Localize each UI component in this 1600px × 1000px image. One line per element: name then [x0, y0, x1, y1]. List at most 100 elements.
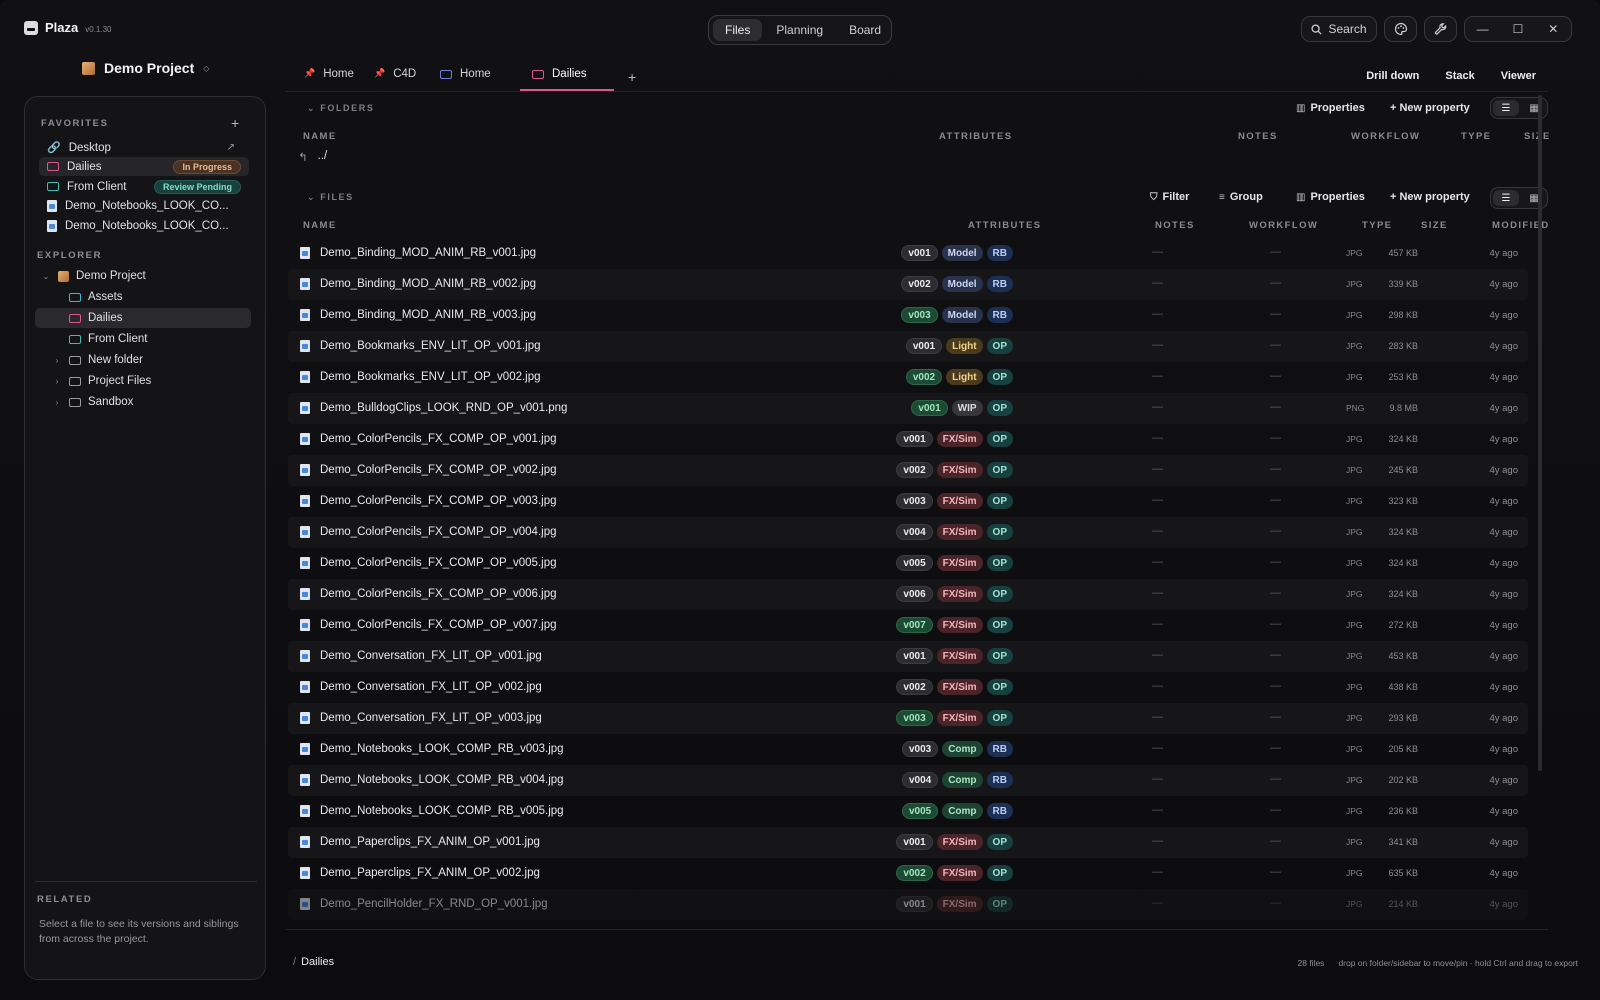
notes-value[interactable]: — [1152, 494, 1163, 506]
mode-board-button[interactable]: Board [837, 19, 893, 41]
project-switcher[interactable]: Demo Project ◇ [82, 60, 209, 76]
files-col-notes[interactable]: NOTES [1155, 220, 1195, 231]
artist-pill[interactable]: RB [986, 276, 1013, 292]
notes-value[interactable]: — [1152, 556, 1163, 568]
maximize-icon[interactable]: ☐ [1508, 22, 1528, 36]
department-pill[interactable]: Comp [942, 803, 983, 819]
workflow-value[interactable]: — [1270, 277, 1281, 289]
search-button[interactable]: Search [1301, 16, 1377, 42]
artist-pill[interactable]: RB [986, 803, 1013, 819]
chevron-down-icon[interactable]: ⌄ [41, 272, 51, 281]
workflow-value[interactable]: — [1270, 649, 1281, 661]
filter-button[interactable]: ⛉ Filter [1150, 191, 1189, 203]
table-row[interactable]: Demo_ColorPencils_FX_COMP_OP_v003.jpg v00… [288, 486, 1528, 517]
artist-pill[interactable]: RB [986, 245, 1013, 261]
favorite-from-client[interactable]: From Client Review Pending [39, 177, 249, 196]
notes-value[interactable]: — [1152, 649, 1163, 661]
version-pill[interactable]: v002 [905, 369, 943, 385]
favorite-notebooks-2[interactable]: Demo_Notebooks_LOOK_CO... [39, 216, 249, 235]
parent-folder-row[interactable]: ↰ ../ [298, 150, 327, 164]
artist-pill[interactable]: OP [986, 462, 1013, 478]
artist-pill[interactable]: OP [986, 865, 1013, 881]
artist-pill[interactable]: OP [986, 524, 1013, 540]
table-row[interactable]: Demo_Bookmarks_ENV_LIT_OP_v002.jpg v002 Li… [288, 362, 1528, 393]
table-row[interactable]: Demo_Conversation_FX_LIT_OP_v002.jpg v002… [288, 672, 1528, 703]
tree-item-assets[interactable]: Assets [69, 287, 123, 307]
grid-view-icon[interactable]: ▦ [1521, 98, 1547, 118]
workflow-value[interactable]: — [1270, 680, 1281, 692]
department-pill[interactable]: FX/Sim [936, 555, 983, 571]
notes-value[interactable]: — [1152, 773, 1163, 785]
tab-dailies[interactable]: Dailies [520, 64, 614, 91]
version-pill[interactable]: v007 [896, 617, 933, 633]
workflow-value[interactable]: — [1270, 339, 1281, 351]
table-row[interactable]: Demo_Notebooks_LOOK_COMP_RB_v003.jpg v003… [288, 734, 1528, 765]
list-view-icon[interactable]: ☰ [1493, 190, 1519, 206]
workflow-value[interactable]: — [1270, 835, 1281, 847]
department-pill[interactable]: FX/Sim [936, 865, 983, 881]
version-pill[interactable]: v002 [896, 865, 933, 881]
workflow-value[interactable]: — [1270, 618, 1281, 630]
version-pill[interactable]: v002 [896, 462, 933, 478]
table-row[interactable]: Demo_Bookmarks_ENV_LIT_OP_v001.jpg v001 Li… [288, 331, 1528, 362]
notes-value[interactable]: — [1152, 711, 1163, 723]
version-pill[interactable]: v005 [901, 803, 939, 819]
folders-col-attributes[interactable]: ATTRIBUTES [939, 131, 1012, 142]
tab-home[interactable]: Home [432, 64, 520, 91]
notes-value[interactable]: — [1152, 897, 1163, 909]
table-row[interactable]: Demo_Conversation_FX_LIT_OP_v001.jpg v001… [288, 641, 1528, 672]
folders-col-workflow[interactable]: WORKFLOW [1351, 131, 1420, 142]
department-pill[interactable]: FX/Sim [936, 617, 983, 633]
department-pill[interactable]: FX/Sim [936, 834, 983, 850]
workflow-value[interactable]: — [1270, 897, 1281, 909]
artist-pill[interactable]: OP [986, 617, 1013, 633]
files-new-property-button[interactable]: + New property [1390, 191, 1470, 203]
department-pill[interactable]: FX/Sim [936, 710, 983, 726]
version-pill[interactable]: v003 [901, 741, 939, 757]
version-pill[interactable]: v004 [901, 772, 939, 788]
department-pill[interactable]: Model [941, 245, 983, 261]
viewer-button[interactable]: Viewer [1501, 70, 1536, 82]
tab-home-pinned[interactable]: 📌 Home [296, 64, 366, 91]
mode-files-button[interactable]: Files [713, 19, 763, 41]
files-properties-button[interactable]: ▥ Properties [1296, 191, 1365, 203]
artist-pill[interactable]: OP [986, 648, 1013, 664]
folders-section-heading[interactable]: ⌄ FOLDERS [307, 103, 374, 114]
notes-value[interactable]: — [1152, 804, 1163, 816]
theme-button[interactable] [1384, 16, 1417, 42]
favorite-dailies[interactable]: Dailies In Progress [39, 157, 249, 176]
version-pill[interactable]: v003 [901, 307, 938, 323]
table-row[interactable]: Demo_ColorPencils_FX_COMP_OP_v002.jpg v00… [288, 455, 1528, 486]
notes-value[interactable]: — [1152, 432, 1163, 444]
notes-value[interactable]: — [1152, 742, 1163, 754]
table-row[interactable]: Demo_ColorPencils_FX_COMP_OP_v005.jpg v00… [288, 548, 1528, 579]
department-pill[interactable]: FX/Sim [936, 431, 983, 447]
version-pill[interactable]: v002 [901, 276, 938, 292]
close-icon[interactable]: ✕ [1543, 22, 1563, 36]
table-row[interactable]: Demo_ColorPencils_FX_COMP_OP_v007.jpg v00… [288, 610, 1528, 641]
grid-view-icon[interactable]: ▦ [1521, 188, 1547, 208]
department-pill[interactable]: FX/Sim [936, 524, 983, 540]
workflow-value[interactable]: — [1270, 711, 1281, 723]
minimize-icon[interactable]: — [1473, 22, 1493, 36]
department-pill[interactable]: Comp [942, 772, 983, 788]
department-pill[interactable]: Model [941, 307, 983, 323]
files-section-heading[interactable]: ⌄ FILES [307, 192, 354, 203]
list-view-icon[interactable]: ☰ [1493, 100, 1519, 116]
artist-pill[interactable]: OP [986, 431, 1013, 447]
notes-value[interactable]: — [1152, 339, 1163, 351]
tree-item-project-files[interactable]: › Project Files [52, 371, 152, 391]
version-pill[interactable]: v001 [905, 338, 943, 354]
workflow-value[interactable]: — [1270, 773, 1281, 785]
department-pill[interactable]: FX/Sim [936, 896, 983, 912]
settings-button[interactable] [1424, 16, 1457, 42]
artist-pill[interactable]: OP [986, 493, 1013, 509]
version-pill[interactable]: v003 [896, 493, 933, 509]
workflow-value[interactable]: — [1270, 432, 1281, 444]
artist-pill[interactable]: OP [986, 586, 1013, 602]
workflow-value[interactable]: — [1270, 556, 1281, 568]
department-pill[interactable]: FX/Sim [936, 679, 983, 695]
notes-value[interactable]: — [1152, 308, 1163, 320]
version-pill[interactable]: v005 [896, 555, 933, 571]
notes-value[interactable]: — [1152, 277, 1163, 289]
